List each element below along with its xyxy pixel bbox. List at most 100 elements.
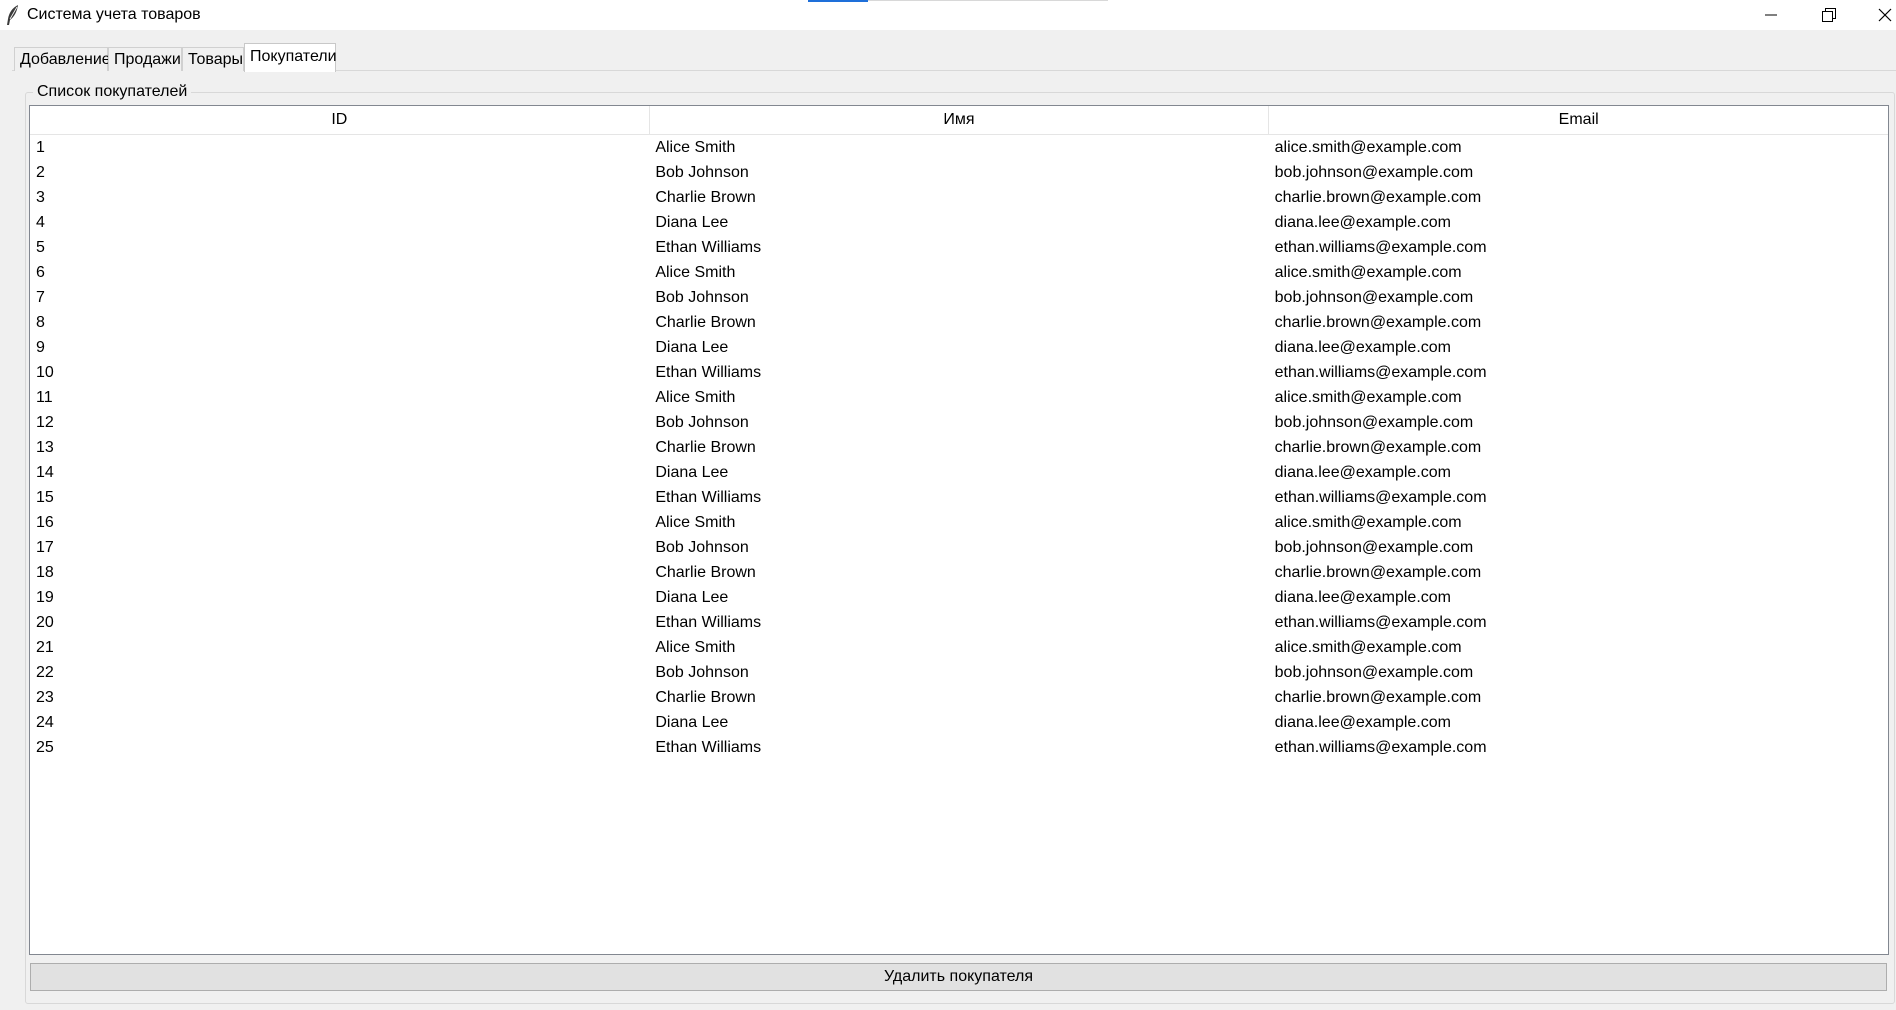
cell-email: charlie.brown@example.com [1274,314,1482,331]
column-header-email[interactable]: Email [1269,106,1888,134]
table-row[interactable]: 24 Diana Lee diana.lee@example.com [30,710,1888,735]
tab-add[interactable]: Добавление [14,47,111,71]
cell-id: 10 [36,364,54,381]
cell-email: alice.smith@example.com [1274,264,1462,281]
tab-sales[interactable]: Продажи [108,47,182,71]
table-row[interactable]: 21 Alice Smith alice.smith@example.com [30,635,1888,660]
table-row[interactable]: 17 Bob Johnson bob.johnson@example.com [30,535,1888,560]
table-row[interactable]: 20 Ethan Williams ethan.williams@example.c… [30,610,1888,635]
cell-email: bob.johnson@example.com [1274,664,1474,681]
cell-id: 12 [36,414,54,431]
cell-name: Bob Johnson [655,164,749,181]
table-row[interactable]: 22 Bob Johnson bob.johnson@example.com [30,660,1888,685]
cell-email: ethan.williams@example.com [1274,489,1487,506]
cell-name: Bob Johnson [655,539,749,556]
table-row[interactable]: 4 Diana Lee diana.lee@example.com [30,210,1888,235]
cell-email: charlie.brown@example.com [1274,189,1482,206]
table-row[interactable]: 2 Bob Johnson bob.johnson@example.com [30,160,1888,185]
cell-email: bob.johnson@example.com [1274,164,1474,181]
cell-name: Diana Lee [655,589,729,606]
table-row[interactable]: 19 Diana Lee diana.lee@example.com [30,585,1888,610]
cell-name: Charlie Brown [655,189,756,206]
delete-customer-button[interactable]: Удалить покупателя [30,963,1887,991]
cell-name: Charlie Brown [655,564,756,581]
table-row[interactable]: 3 Charlie Brown charlie.brown@example.com [30,185,1888,210]
tab-label: Продажи [114,51,181,68]
table-row[interactable]: 12 Bob Johnson bob.johnson@example.com [30,410,1888,435]
table-row[interactable]: 9 Diana Lee diana.lee@example.com [30,335,1888,360]
tab-customers[interactable]: Покупатели [244,43,337,72]
table-row[interactable]: 11 Alice Smith alice.smith@example.com [30,385,1888,410]
cell-name: Diana Lee [655,464,729,481]
title-divider-line [868,0,1108,1]
cell-name: Charlie Brown [655,689,756,706]
cell-name: Diana Lee [655,714,729,731]
minimize-button[interactable] [1746,0,1796,30]
customers-table[interactable]: ID Имя Email 1 Alice Smith alice.smith@exa… [29,105,1889,955]
cell-email: ethan.williams@example.com [1274,364,1487,381]
cell-id: 21 [36,639,54,656]
cell-email: charlie.brown@example.com [1274,564,1482,581]
maximize-button[interactable] [1804,0,1854,30]
table-row[interactable]: 18 Charlie Brown charlie.brown@example.com [30,560,1888,585]
table-row[interactable]: 7 Bob Johnson bob.johnson@example.com [30,285,1888,310]
title-bar: Система учета товаров [0,0,1896,30]
cell-id: 3 [36,189,45,206]
cell-email: ethan.williams@example.com [1274,614,1487,631]
table-row[interactable]: 14 Diana Lee diana.lee@example.com [30,460,1888,485]
cell-email: diana.lee@example.com [1274,464,1451,481]
cell-id: 22 [36,664,54,681]
cell-email: diana.lee@example.com [1274,714,1451,731]
cell-id: 2 [36,164,45,181]
cell-email: ethan.williams@example.com [1274,739,1487,756]
title-accent-line [808,0,868,2]
cell-email: alice.smith@example.com [1274,139,1462,156]
cell-id: 18 [36,564,54,581]
cell-id: 15 [36,489,54,506]
table-row[interactable]: 1 Alice Smith alice.smith@example.com [30,135,1888,160]
table-row[interactable]: 6 Alice Smith alice.smith@example.com [30,260,1888,285]
table-row[interactable]: 8 Charlie Brown charlie.brown@example.com [30,310,1888,335]
cell-name: Bob Johnson [655,664,749,681]
cell-id: 14 [36,464,54,481]
table-row[interactable]: 15 Ethan Williams ethan.williams@example.c… [30,485,1888,510]
table-body: 1 Alice Smith alice.smith@example.com 2 Bob … [30,135,1888,760]
cell-name: Bob Johnson [655,414,749,431]
restore-icon [1822,8,1836,22]
cell-email: alice.smith@example.com [1274,639,1462,656]
cell-id: 6 [36,264,45,281]
cell-name: Ethan Williams [655,489,762,506]
cell-name: Bob Johnson [655,289,749,306]
cell-id: 19 [36,589,54,606]
cell-email: bob.johnson@example.com [1274,539,1474,556]
cell-id: 20 [36,614,54,631]
close-button[interactable] [1860,0,1896,30]
tab-label: Добавление [20,51,111,68]
table-row[interactable]: 13 Charlie Brown charlie.brown@example.com [30,435,1888,460]
tab-products[interactable]: Товары [182,47,244,71]
column-header-id[interactable]: ID [30,106,650,134]
cell-name: Alice Smith [655,389,736,406]
column-header-name[interactable]: Имя [650,106,1270,134]
table-row[interactable]: 23 Charlie Brown charlie.brown@example.com [30,685,1888,710]
cell-name: Charlie Brown [655,314,756,331]
cell-name: Alice Smith [655,514,736,531]
cell-name: Diana Lee [655,214,729,231]
cell-id: 25 [36,739,54,756]
cell-name: Ethan Williams [655,739,762,756]
cell-id: 24 [36,714,54,731]
cell-email: diana.lee@example.com [1274,339,1451,356]
cell-name: Ethan Williams [655,364,762,381]
cell-name: Ethan Williams [655,614,762,631]
table-row[interactable]: 5 Ethan Williams ethan.williams@example.co… [30,235,1888,260]
cell-email: diana.lee@example.com [1274,589,1451,606]
cell-email: ethan.williams@example.com [1274,239,1487,256]
table-row[interactable]: 10 Ethan Williams ethan.williams@example.c… [30,360,1888,385]
table-row[interactable]: 16 Alice Smith alice.smith@example.com [30,510,1888,535]
cell-id: 16 [36,514,54,531]
cell-id: 7 [36,289,45,306]
cell-email: alice.smith@example.com [1274,514,1462,531]
minimize-icon [1765,9,1777,21]
table-row[interactable]: 25 Ethan Williams ethan.williams@example.c… [30,735,1888,760]
cell-id: 17 [36,539,54,556]
